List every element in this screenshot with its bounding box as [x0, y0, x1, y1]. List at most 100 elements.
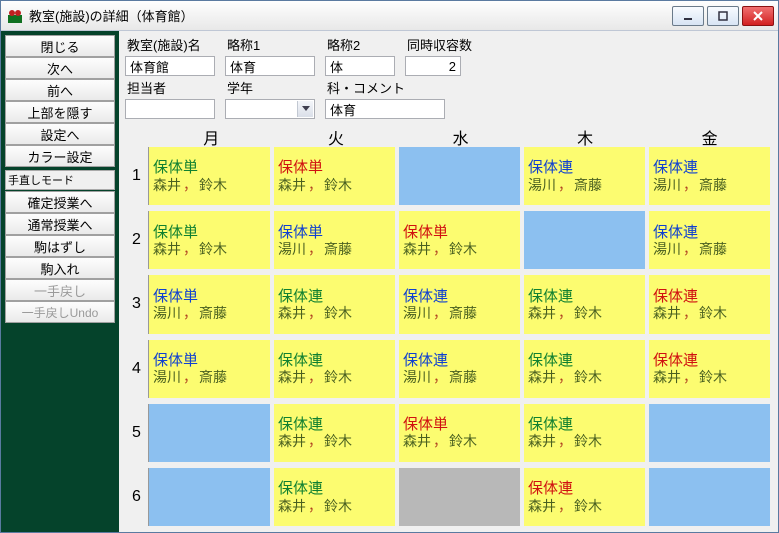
sidebar-normal-button[interactable]: 通常授業へ	[5, 213, 115, 235]
cell-subject: 保体連	[653, 159, 766, 176]
timetable-cell[interactable]	[149, 404, 270, 462]
window-buttons	[672, 6, 774, 26]
timetable-cell[interactable]	[649, 468, 770, 526]
sidebar-color-button[interactable]: カラー設定	[5, 145, 115, 167]
cell-subject: 保体連	[528, 159, 641, 176]
window-title: 教室(施設)の詳細（体育館）	[29, 6, 672, 25]
sidebar-prev-button[interactable]: 前へ	[5, 79, 115, 101]
timetable-cell[interactable]: 保体単森井，鈴木	[399, 404, 520, 462]
abbr1-input[interactable]	[225, 56, 315, 76]
fields: 教室(施設)名 略称1 略称2 同時収容数	[125, 35, 772, 119]
sidebar-close-button[interactable]: 閉じる	[5, 35, 115, 57]
cell-subject: 保体連	[653, 288, 766, 305]
timetable-cell[interactable]: 保体単森井，鈴木	[149, 147, 270, 205]
main-panel: 教室(施設)名 略称1 略称2 同時収容数	[119, 31, 778, 532]
timetable-cell[interactable]: 保体連湯川，斎藤	[649, 147, 770, 205]
timetable-cell[interactable]: 保体連森井，鈴木	[524, 275, 645, 333]
cell-subject: 保体単	[278, 159, 391, 176]
timetable-cell[interactable]	[149, 468, 270, 526]
cell-teachers: 湯川，斎藤	[653, 177, 766, 193]
person-input[interactable]	[125, 99, 215, 119]
app-icon	[7, 8, 23, 24]
cell-subject: 保体連	[403, 288, 516, 305]
sidebar-gosettings-button[interactable]: 設定へ	[5, 123, 115, 145]
cell-subject: 保体連	[528, 352, 641, 369]
timetable-cell[interactable]: 保体連湯川，斎藤	[399, 275, 520, 333]
days-area: 月火水木金 保体単森井，鈴木保体単森井，鈴木保体連湯川，斎藤保体連湯川，斎藤保体…	[149, 123, 772, 528]
period-column: 123456	[125, 123, 149, 528]
timetable-cell[interactable]	[524, 211, 645, 269]
cell-teachers: 森井，鈴木	[278, 433, 391, 449]
sidebar-undo2-button: 一手戻しUndo	[5, 301, 115, 323]
cell-subject: 保体連	[528, 288, 641, 305]
cell-subject: 保体単	[153, 288, 266, 305]
capacity-input[interactable]	[405, 56, 461, 76]
maximize-button[interactable]	[707, 6, 739, 26]
timetable-cell[interactable]: 保体単森井，鈴木	[274, 147, 395, 205]
cell-teachers: 湯川，斎藤	[278, 241, 391, 257]
timetable-cell[interactable]: 保体連森井，鈴木	[274, 404, 395, 462]
cell-teachers: 湯川，斎藤	[153, 369, 266, 385]
room-label: 教室(施設)名	[125, 35, 215, 54]
cell-subject: 保体単	[403, 416, 516, 433]
cell-teachers: 森井，鈴木	[278, 498, 391, 514]
timetable: 123456 月火水木金 保体単森井，鈴木保体単森井，鈴木保体連湯川，斎藤保体連…	[125, 123, 772, 528]
timetable-cell[interactable]: 保体単湯川，斎藤	[149, 340, 270, 398]
cell-teachers: 湯川，斎藤	[403, 369, 516, 385]
timetable-cell[interactable]	[649, 404, 770, 462]
sidebar-hidetop-button[interactable]: 上部を隠す	[5, 101, 115, 123]
cell-subject: 保体連	[528, 416, 641, 433]
timetable-row: 保体連森井，鈴木保体連森井，鈴木	[149, 468, 770, 526]
timetable-cell[interactable]: 保体連森井，鈴木	[274, 340, 395, 398]
abbr1-label: 略称1	[225, 35, 315, 54]
timetable-cell[interactable]	[399, 468, 520, 526]
timetable-cell[interactable]: 保体連湯川，斎藤	[399, 340, 520, 398]
capacity-label: 同時収容数	[405, 35, 475, 54]
sidebar-next-button[interactable]: 次へ	[5, 57, 115, 79]
minimize-button[interactable]	[672, 6, 704, 26]
timetable-cell[interactable]: 保体連森井，鈴木	[524, 340, 645, 398]
close-button[interactable]	[742, 6, 774, 26]
timetable-cell[interactable]: 保体連森井，鈴木	[649, 275, 770, 333]
cell-subject: 保体連	[528, 480, 641, 497]
cell-teachers: 湯川，斎藤	[153, 305, 266, 321]
timetable-cell[interactable]	[399, 147, 520, 205]
cell-teachers: 森井，鈴木	[528, 369, 641, 385]
timetable-cell[interactable]: 保体連湯川，斎藤	[524, 147, 645, 205]
sidebar-insert-button[interactable]: 駒入れ	[5, 257, 115, 279]
cell-teachers: 湯川，斎藤	[528, 177, 641, 193]
cell-subject: 保体連	[278, 352, 391, 369]
timetable-cell[interactable]: 保体単湯川，斎藤	[274, 211, 395, 269]
grade-label: 学年	[225, 78, 315, 97]
timetable-cell[interactable]: 保体単森井，鈴木	[399, 211, 520, 269]
timetable-cell[interactable]: 保体連森井，鈴木	[274, 275, 395, 333]
period-label: 6	[125, 468, 149, 526]
sidebar-remove-button[interactable]: 駒はずし	[5, 235, 115, 257]
cell-subject: 保体連	[278, 288, 391, 305]
subject-label: 科・コメント	[325, 78, 445, 97]
day-header: 月火水木金	[149, 123, 772, 145]
cell-subject: 保体連	[278, 416, 391, 433]
timetable-cell[interactable]: 保体連森井，鈴木	[524, 468, 645, 526]
timetable-cell[interactable]: 保体連森井，鈴木	[649, 340, 770, 398]
timetable-cell[interactable]: 保体単湯川，斎藤	[149, 275, 270, 333]
timetable-cell[interactable]: 保体単森井，鈴木	[149, 211, 270, 269]
timetable-cell[interactable]: 保体連森井，鈴木	[524, 404, 645, 462]
cell-subject: 保体連	[653, 224, 766, 241]
cell-subject: 保体単	[278, 224, 391, 241]
sidebar-fixed-button[interactable]: 確定授業へ	[5, 191, 115, 213]
abbr2-label: 略称2	[325, 35, 395, 54]
app-window: 教室(施設)の詳細（体育館） 閉じる次へ前へ上部を隠す設定へカラー設定 手直しモ…	[0, 0, 779, 533]
subject-input[interactable]	[325, 99, 445, 119]
grade-combo[interactable]	[225, 99, 315, 119]
cell-subject: 保体単	[153, 159, 266, 176]
room-input[interactable]	[125, 56, 215, 76]
abbr2-input[interactable]	[325, 56, 395, 76]
cell-teachers: 湯川，斎藤	[653, 241, 766, 257]
day-header-cell: 月	[149, 123, 274, 145]
cell-subject: 保体連	[653, 352, 766, 369]
period-label: 1	[125, 147, 149, 205]
timetable-cell[interactable]: 保体連湯川，斎藤	[649, 211, 770, 269]
cell-teachers: 森井，鈴木	[528, 305, 641, 321]
timetable-cell[interactable]: 保体連森井，鈴木	[274, 468, 395, 526]
